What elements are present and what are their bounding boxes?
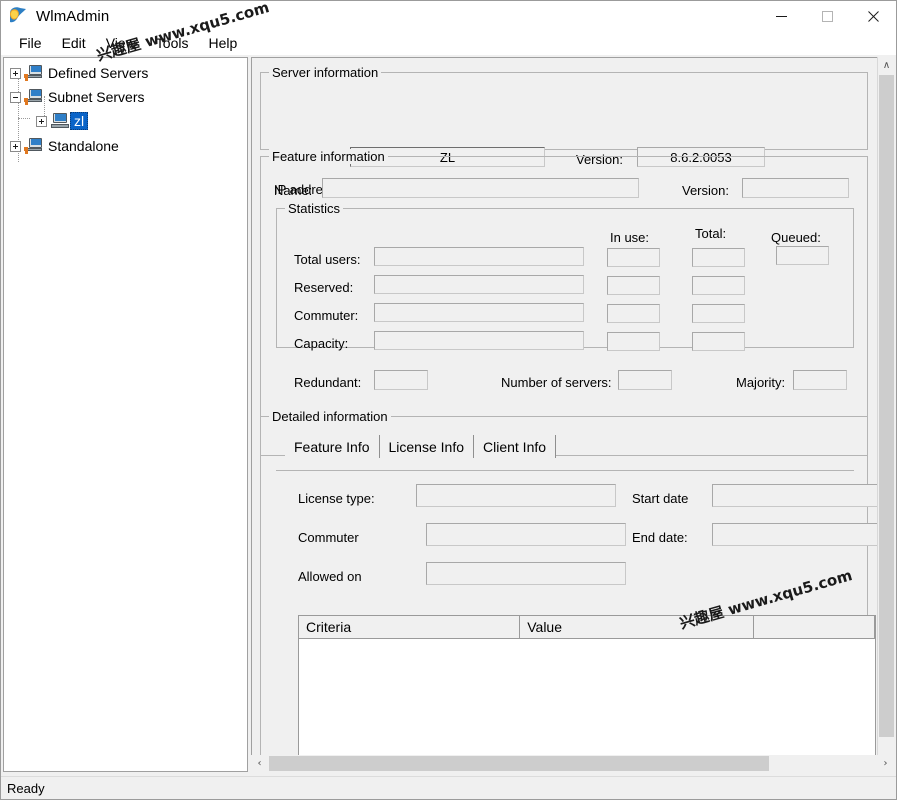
scroll-right-arrow[interactable]: ›: [877, 755, 894, 772]
redundant-field[interactable]: [374, 370, 428, 390]
majority-label: Majority:: [736, 375, 786, 390]
allowed-on-field[interactable]: [426, 562, 626, 585]
end-date-label: End date:: [632, 530, 688, 545]
statistics-reserved-total[interactable]: [692, 276, 745, 295]
detailed-information-legend: Detailed information: [269, 409, 391, 424]
feature-name-field[interactable]: [322, 178, 639, 198]
server-information-legend: Server information: [269, 65, 382, 80]
commuter-detail-label: Commuter: [298, 530, 359, 545]
statistics-column-in-use: In use:: [610, 230, 650, 245]
client-area: Defined Servers Subnet Servers zl Standa…: [1, 55, 896, 776]
network-servers-icon: [24, 137, 44, 155]
statistics-total-users-in-use[interactable]: [607, 248, 660, 267]
scroll-left-arrow[interactable]: ‹: [251, 755, 268, 772]
statistics-reserved-value[interactable]: [374, 275, 584, 294]
start-date-field[interactable]: [712, 484, 893, 507]
close-button[interactable]: [850, 1, 896, 31]
tree-node-defined-servers[interactable]: Defined Servers: [10, 62, 148, 84]
license-type-field[interactable]: [416, 484, 616, 507]
tab-client-info[interactable]: Client Info: [474, 435, 557, 458]
grid-column-criteria[interactable]: Criteria: [299, 616, 521, 639]
feature-version-label: Version:: [682, 183, 729, 198]
server-tree-panel[interactable]: Defined Servers Subnet Servers zl Standa…: [3, 57, 248, 772]
expand-icon[interactable]: [36, 115, 47, 127]
majority-field[interactable]: [793, 370, 847, 390]
expand-icon[interactable]: [10, 140, 21, 152]
window-controls: [758, 1, 896, 31]
statistics-row-label-commuter: Commuter:: [294, 308, 359, 323]
expand-icon[interactable]: [10, 67, 21, 79]
statistics-reserved-in-use[interactable]: [607, 276, 660, 295]
statistics-column-total: Total:: [695, 226, 727, 241]
start-date-label: Start date: [632, 491, 689, 506]
menu-item-help[interactable]: Help: [198, 33, 247, 53]
criteria-value-grid[interactable]: Criteria Value: [298, 615, 876, 763]
statistics-commuter-value[interactable]: [374, 303, 584, 322]
tree-node-label: Subnet Servers: [48, 89, 145, 105]
statistics-total-users-queued[interactable]: [776, 246, 829, 265]
vertical-scroll-thumb[interactable]: [879, 75, 894, 737]
computer-icon: [50, 112, 70, 130]
tree-node-label: Defined Servers: [48, 65, 149, 81]
statistics-total-users-value[interactable]: [374, 247, 584, 266]
end-date-field[interactable]: [712, 523, 893, 546]
number-of-servers-label: Number of servers:: [501, 375, 612, 390]
tab-license-info[interactable]: License Info: [379, 435, 474, 458]
network-servers-icon: [24, 64, 44, 82]
grid-column-value[interactable]: Value: [520, 616, 755, 639]
minimize-button[interactable]: [758, 1, 804, 31]
detail-panel: Server information Name: ZL Version: 8.6…: [251, 57, 894, 772]
license-type-label: License type:: [298, 491, 375, 506]
statistics-commuter-total[interactable]: [692, 304, 745, 323]
commuter-detail-field[interactable]: [426, 523, 626, 546]
statistics-capacity-value[interactable]: [374, 331, 584, 350]
statistics-capacity-in-use[interactable]: [607, 332, 660, 351]
scroll-up-arrow[interactable]: ∧: [878, 57, 895, 74]
tree-node-label: zl: [70, 112, 89, 130]
statistics-row-label-total-users: Total users:: [294, 252, 361, 267]
sentinel-swoosh-icon: [7, 5, 29, 27]
main-horizontal-scrollbar[interactable]: ‹ ›: [251, 755, 894, 772]
server-information-group: Server information: [260, 65, 868, 150]
statistics-capacity-total[interactable]: [692, 332, 745, 351]
horizontal-scroll-thumb[interactable]: [269, 756, 769, 771]
statistics-row-label-reserved: Reserved:: [294, 280, 354, 295]
title-bar: WlmAdmin: [1, 1, 896, 31]
tree-node-standalone[interactable]: Standalone: [10, 135, 119, 157]
tab-feature-info[interactable]: Feature Info: [285, 435, 380, 458]
menu-item-tools[interactable]: Tools: [146, 33, 199, 53]
feature-name-label: Name:: [274, 183, 313, 198]
feature-information-legend: Feature information: [269, 149, 388, 164]
status-bar: Ready: [1, 776, 896, 799]
statistics-column-queued: Queued:: [771, 230, 821, 245]
wlmadmin-window: WlmAdmin File Edit View Tools Help Defin…: [0, 0, 897, 800]
feature-version-field[interactable]: [742, 178, 849, 198]
tree-connector: [18, 118, 30, 119]
detail-scroll-content: Server information Name: ZL Version: 8.6…: [252, 58, 893, 763]
tab-underline: [276, 470, 854, 471]
tree-node-label: Standalone: [48, 138, 119, 154]
statistics-row-label-capacity: Capacity:: [294, 336, 349, 351]
menu-bar: File Edit View Tools Help: [1, 31, 896, 55]
statistics-total-users-total[interactable]: [692, 248, 745, 267]
collapse-icon[interactable]: [10, 91, 21, 103]
redundant-label: Redundant:: [294, 375, 362, 390]
main-vertical-scrollbar[interactable]: ∧ ∨: [877, 57, 895, 772]
statistics-legend: Statistics: [285, 201, 344, 216]
grid-column-extra[interactable]: [754, 616, 875, 639]
tree-node-zl[interactable]: zl: [36, 110, 89, 132]
menu-item-view[interactable]: View: [96, 33, 146, 53]
network-servers-icon: [24, 88, 44, 106]
menu-item-edit[interactable]: Edit: [52, 33, 96, 53]
grid-header-row: Criteria Value: [299, 616, 875, 639]
menu-item-file[interactable]: File: [9, 33, 52, 53]
statistics-commuter-in-use[interactable]: [607, 304, 660, 323]
window-title: WlmAdmin: [36, 7, 110, 25]
status-text: Ready: [7, 780, 45, 796]
detail-tabs: Feature Info License Info Client Info: [285, 435, 557, 458]
tree-node-subnet-servers[interactable]: Subnet Servers: [10, 86, 145, 108]
maximize-button[interactable]: [804, 1, 850, 31]
number-of-servers-field[interactable]: [618, 370, 672, 390]
allowed-on-label: Allowed on: [298, 569, 362, 584]
